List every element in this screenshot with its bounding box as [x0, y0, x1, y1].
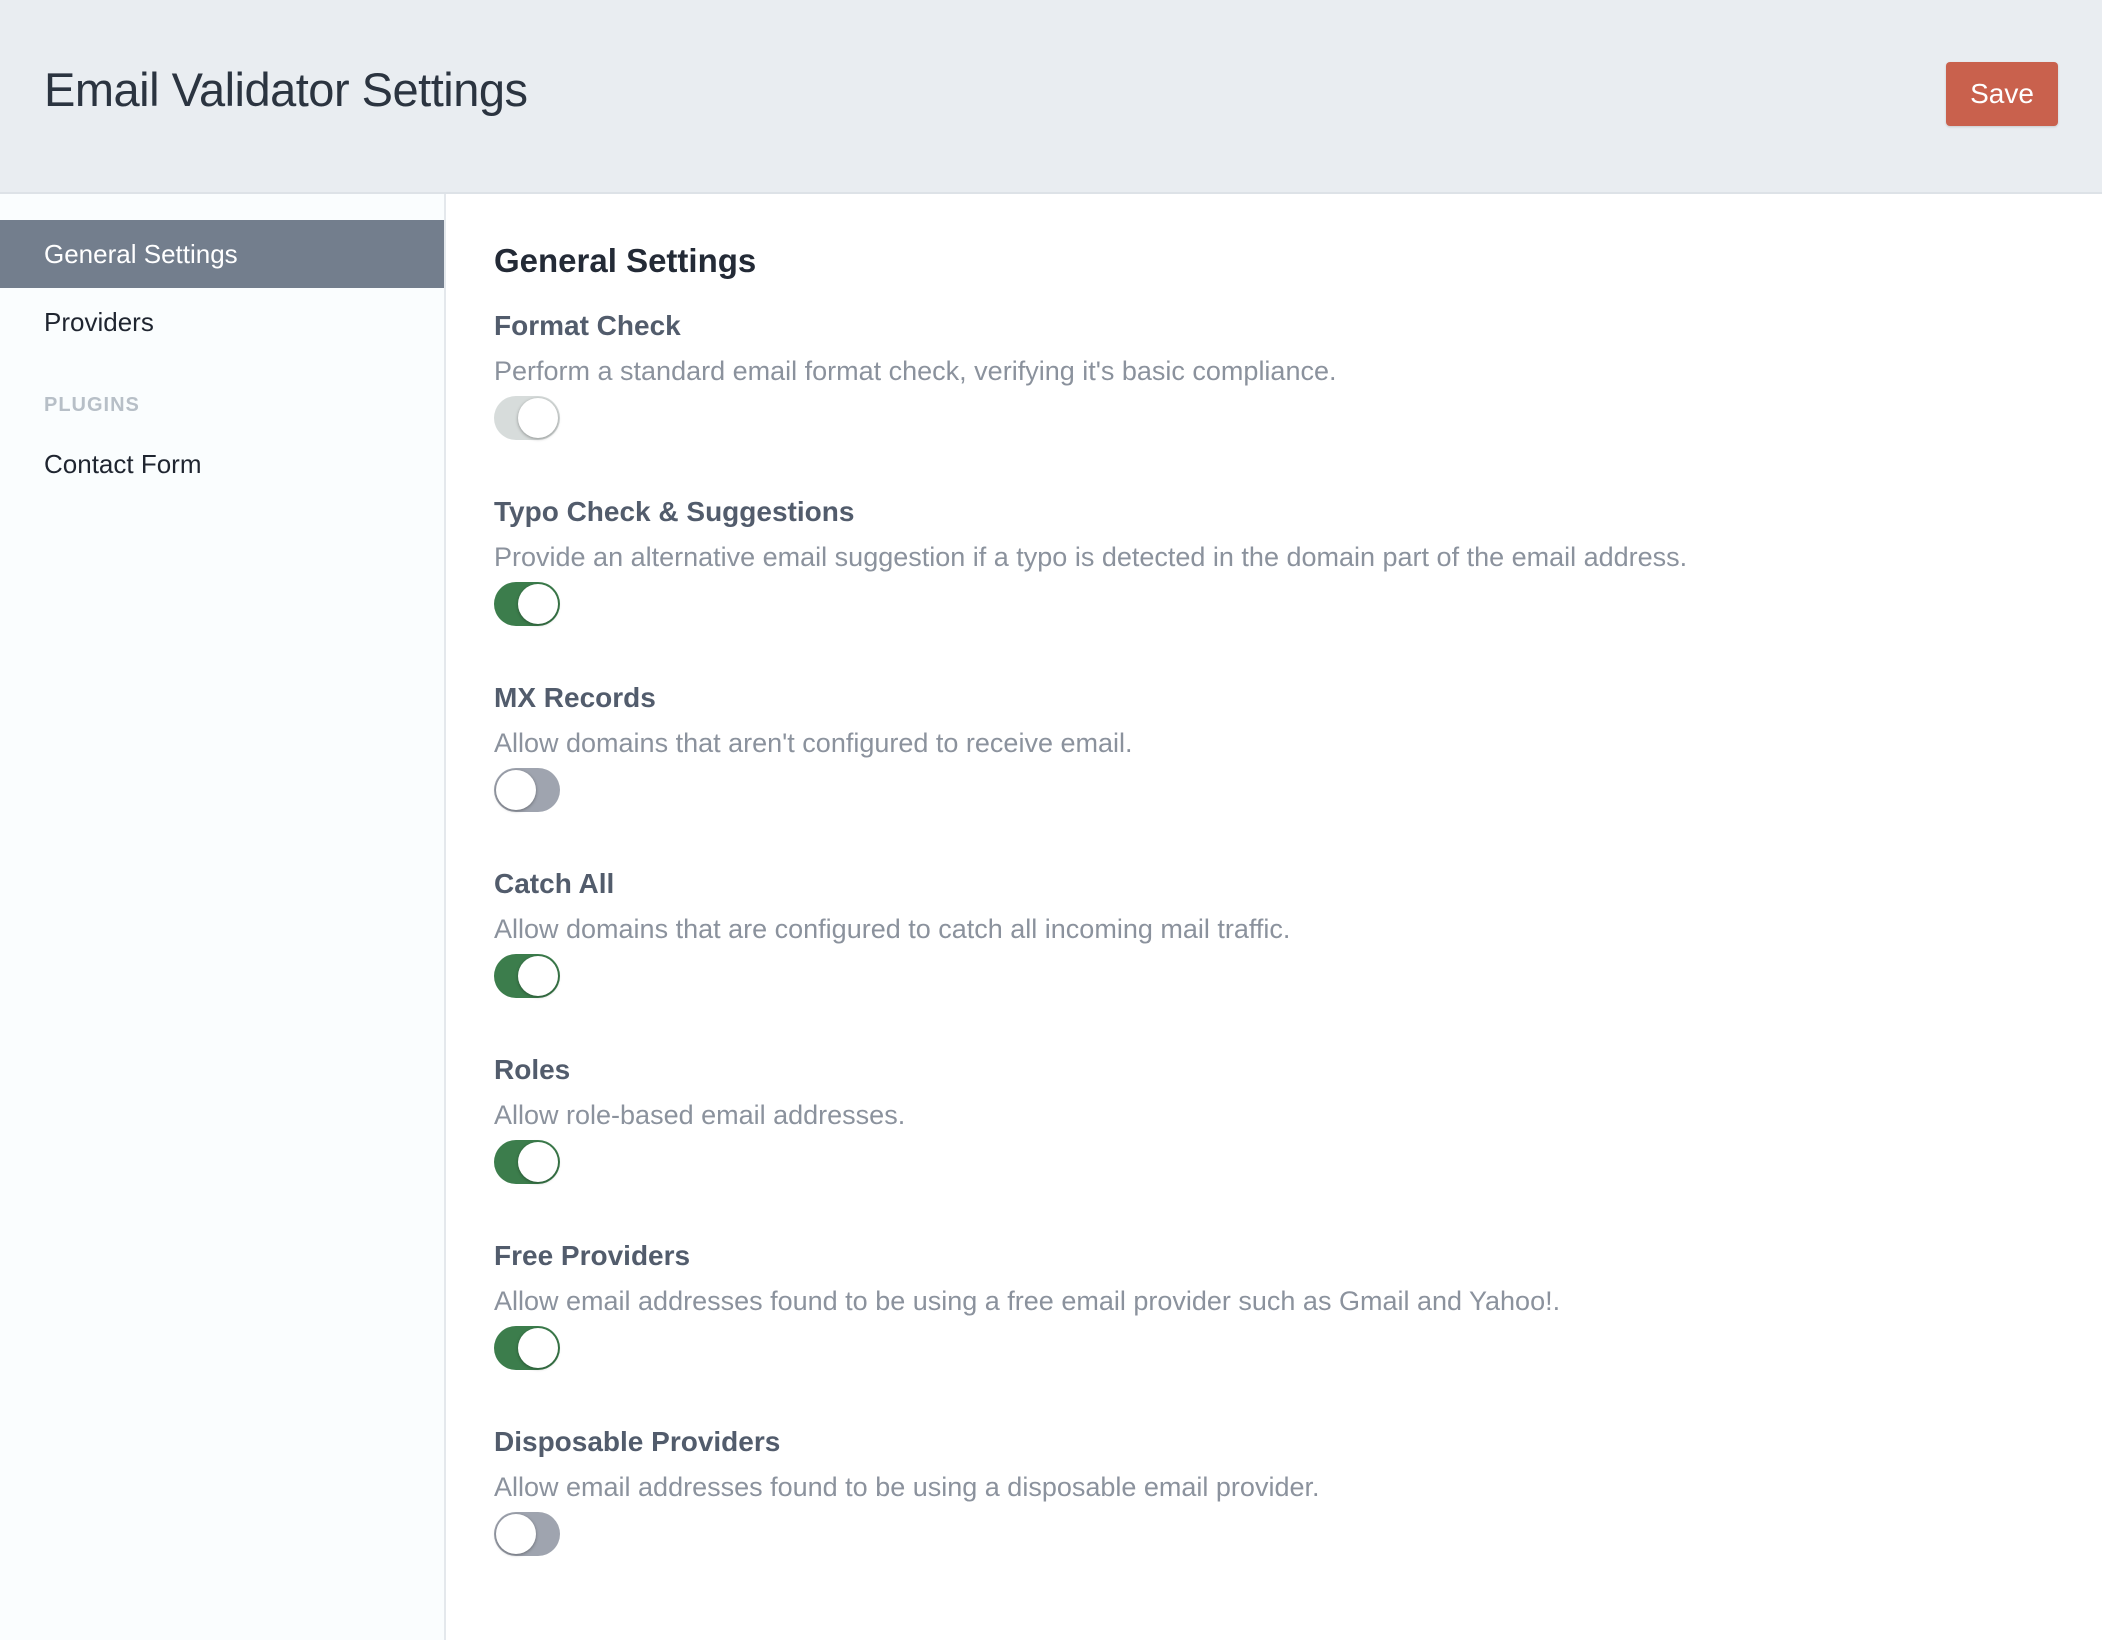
setting-description: Allow domains that are configured to cat… — [494, 914, 1291, 944]
toggle-knob — [518, 1142, 558, 1182]
page-title: Email Validator Settings — [44, 63, 528, 116]
setting-mx-records: MX Records Allow domains that aren't con… — [494, 682, 2054, 868]
setting-disposable-providers: Disposable Providers Allow email address… — [494, 1426, 2054, 1612]
setting-catch-all: Catch All Allow domains that are configu… — [494, 868, 2054, 1054]
format-check-toggle — [494, 396, 560, 440]
sidebar-item-providers[interactable]: Providers — [0, 288, 444, 356]
app: Email Validator Settings Save General Se… — [0, 0, 2102, 1640]
sidebar: General Settings Providers PLUGINS Conta… — [0, 194, 446, 1640]
header: Email Validator Settings Save — [0, 0, 2102, 194]
sidebar-section-plugins: PLUGINS — [44, 394, 140, 416]
mx-records-toggle[interactable] — [494, 768, 560, 812]
setting-roles: Roles Allow role-based email addresses. — [494, 1054, 2054, 1240]
disposable-providers-toggle[interactable] — [494, 1512, 560, 1556]
main-content: General Settings Format Check Perform a … — [446, 194, 2102, 1640]
setting-description: Allow email addresses found to be using … — [494, 1472, 1320, 1502]
toggle-knob — [518, 584, 558, 624]
sidebar-item-contact-form[interactable]: Contact Form — [0, 430, 444, 498]
roles-toggle[interactable] — [494, 1140, 560, 1184]
setting-description: Provide an alternative email suggestion … — [494, 542, 1688, 572]
setting-title: Catch All — [494, 868, 615, 899]
catch-all-toggle[interactable] — [494, 954, 560, 998]
toggle-knob — [518, 956, 558, 996]
toggle-knob — [496, 1514, 536, 1554]
setting-title: Typo Check & Suggestions — [494, 496, 855, 527]
setting-title: Format Check — [494, 310, 681, 341]
toggle-knob — [496, 770, 536, 810]
toggle-knob — [518, 398, 558, 438]
save-button[interactable]: Save — [1946, 62, 2058, 126]
setting-title: Roles — [494, 1054, 571, 1085]
section-title: General Settings — [494, 242, 757, 279]
setting-description: Allow role-based email addresses. — [494, 1100, 906, 1130]
setting-free-providers: Free Providers Allow email addresses fou… — [494, 1240, 2054, 1426]
free-providers-toggle[interactable] — [494, 1326, 560, 1370]
setting-typo-check: Typo Check & Suggestions Provide an alte… — [494, 496, 2054, 682]
setting-description: Allow domains that aren't configured to … — [494, 728, 1133, 758]
setting-description: Allow email addresses found to be using … — [494, 1286, 1561, 1316]
typo-check-toggle[interactable] — [494, 582, 560, 626]
toggle-knob — [518, 1328, 558, 1368]
setting-title: Free Providers — [494, 1240, 691, 1271]
setting-title: Disposable Providers — [494, 1426, 781, 1457]
setting-format-check: Format Check Perform a standard email fo… — [494, 310, 2054, 496]
setting-title: MX Records — [494, 682, 656, 713]
setting-description: Perform a standard email format check, v… — [494, 356, 1337, 386]
sidebar-item-general-settings[interactable]: General Settings — [0, 220, 444, 288]
